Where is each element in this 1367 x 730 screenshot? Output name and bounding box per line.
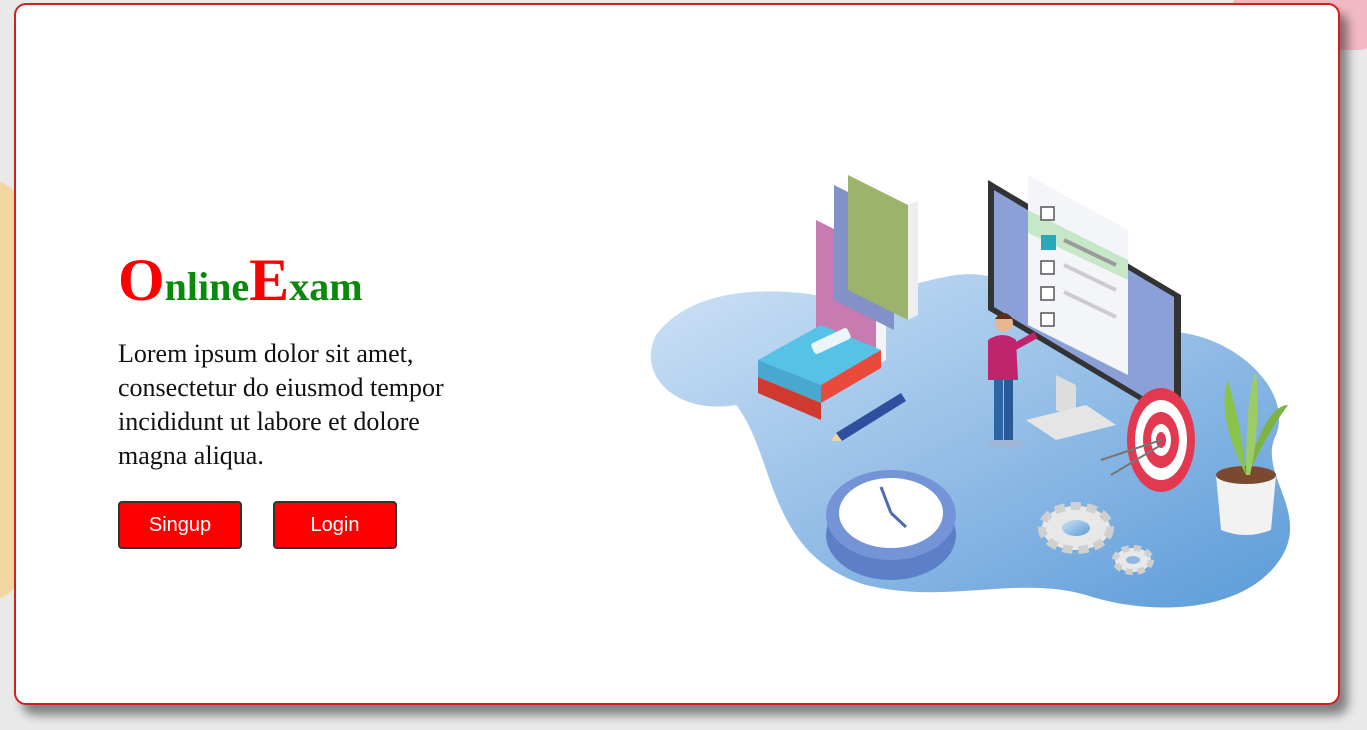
brand-logo: OnlineExam — [118, 250, 363, 317]
signup-button[interactable]: Singup — [118, 501, 242, 549]
brand-letter-e: E — [249, 247, 290, 313]
login-button[interactable]: Login — [273, 501, 397, 549]
brand-text-xam: xam — [289, 264, 363, 309]
brand-letter-o: O — [118, 247, 165, 313]
landing-card: OnlineExam Lorem ipsum dolor sit amet, c… — [14, 3, 1340, 705]
clock-icon — [826, 470, 956, 580]
online-exam-illustration — [650, 175, 1291, 608]
brand-text-nline: nline — [164, 264, 250, 309]
hero-description: Lorem ipsum dolor sit amet, consectetur … — [118, 339, 444, 470]
